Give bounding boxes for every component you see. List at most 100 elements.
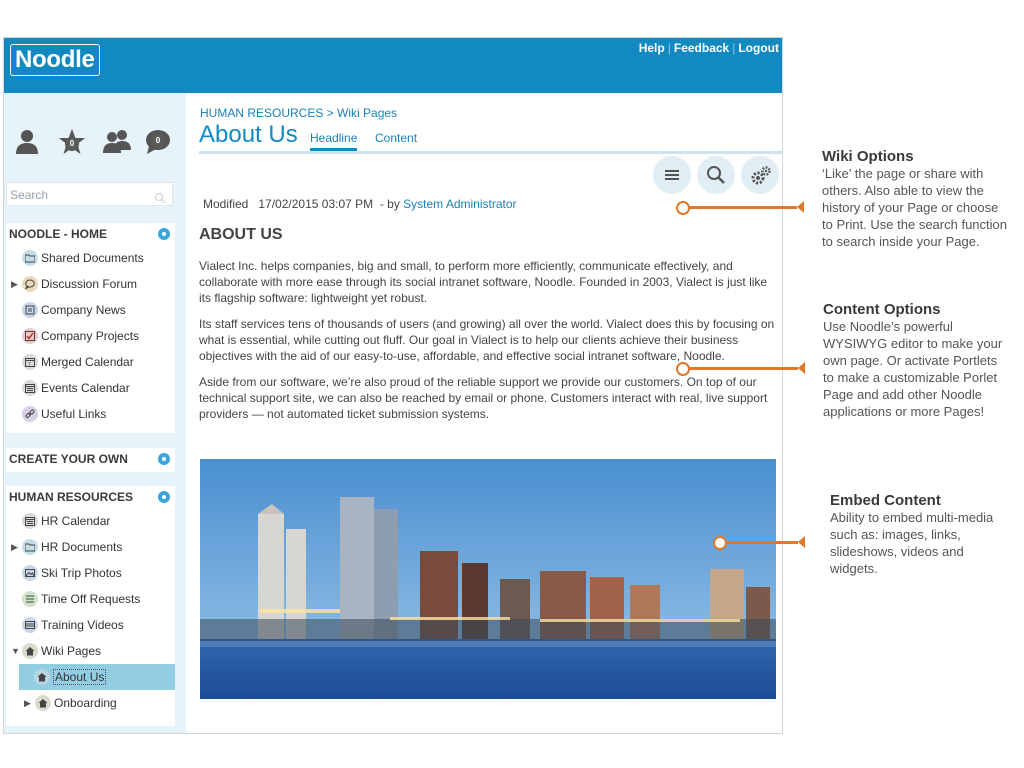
search-icon[interactable] [154,188,166,212]
top-header: Noodle Help | Feedback | Logout [4,38,782,93]
favorites-star-icon[interactable]: 0 [58,128,86,156]
sidebar-search-input[interactable]: Search [6,182,173,206]
newspaper-icon [22,302,38,318]
annotation-body: ‘Like’ the page or share with others. Al… [822,166,1007,249]
callout-arrow [798,362,805,374]
modified-info: Modified 17/02/2015 03:07 PM - by System… [203,197,517,211]
modified-label: Modified [203,197,249,211]
sidebar: 0 0 Search NOODLE - HOME Shared Document… [4,93,186,733]
by-label: - by [379,197,400,211]
user-profile-icon[interactable] [14,128,42,156]
sidebar-item-label: Events Calendar [41,381,130,395]
sidebar-item-label: Useful Links [41,407,107,421]
author-link[interactable]: System Administrator [403,197,516,211]
annotation-title: Embed Content [830,492,941,509]
contacts-icon[interactable] [102,128,131,156]
sidebar-item-hr-calendar[interactable]: HR Calendar [6,508,175,534]
sidebar-item-about-us[interactable]: About Us [19,664,175,690]
main-content: HUMAN RESOURCES > Wiki Pages About Us He… [186,93,782,733]
link-icon [22,406,38,422]
section-create-your-own: CREATE YOUR OWN [6,448,175,472]
header-links: Help | Feedback | Logout [636,41,782,55]
tab-content[interactable]: Content [375,131,417,145]
section-title[interactable]: NOODLE - HOME [6,223,175,245]
menu-button[interactable] [653,156,691,194]
section-options-icon[interactable] [158,453,170,465]
search-icon [707,166,725,184]
paragraph: Aside from our software, we’re also prou… [199,375,768,421]
help-link[interactable]: Help [636,41,668,55]
messages-icon[interactable]: 0 [144,128,172,156]
app-logo[interactable]: Noodle [10,44,100,76]
photo-icon [22,565,38,581]
calendar-icon [22,513,38,529]
sidebar-item-events-calendar[interactable]: Events Calendar [6,375,175,401]
feedback-link[interactable]: Feedback [671,41,732,55]
callout-arrow [798,536,805,548]
sidebar-item-shared-documents[interactable]: Shared Documents [6,245,175,271]
logout-link[interactable]: Logout [735,41,782,55]
paragraph: Its staff services tens of thousands of … [199,317,775,363]
sidebar-item-merged-calendar[interactable]: 7 Merged Calendar [6,349,175,375]
sidebar-icon-row: 0 0 [12,128,177,158]
section-title[interactable]: CREATE YOUR OWN [6,448,175,470]
annotation-title: Content Options [823,301,941,318]
sidebar-item-ski-trip-photos[interactable]: Ski Trip Photos [6,560,175,586]
tab-headline[interactable]: Headline [310,131,358,151]
sidebar-item-company-projects[interactable]: Company Projects [6,323,175,349]
search-placeholder: Search [10,188,49,202]
annotation-embed-content: Embed Content Ability to embed multi-med… [830,492,1000,577]
sidebar-item-label: Time Off Requests [41,592,141,606]
gears-icon [751,166,771,185]
home-icon [34,669,50,685]
sidebar-item-hr-documents[interactable]: ▶ HR Documents [6,534,175,560]
sidebar-item-label: Wiki Pages [41,644,102,658]
page-search-button[interactable] [697,156,735,194]
callout-dot [676,201,690,215]
sidebar-item-label: Shared Documents [41,251,144,265]
folder-icon [22,539,38,555]
sidebar-item-useful-links[interactable]: Useful Links [6,401,175,427]
annotation-title: Wiki Options [822,148,914,165]
sidebar-item-wiki-pages[interactable]: ▼ Wiki Pages [6,638,175,664]
favorites-badge: 0 [65,137,79,151]
collapse-arrow-icon[interactable]: ▼ [11,638,20,664]
sidebar-item-label: Onboarding [54,696,117,710]
annotation-body: Ability to embed multi-media such as: im… [830,510,994,576]
sidebar-item-training-videos[interactable]: Training Videos [6,612,175,638]
sidebar-item-label: Training Videos [41,618,124,632]
expand-arrow-icon[interactable]: ▶ [24,690,31,716]
hamburger-menu-icon [665,170,679,180]
page-title: About Us [199,121,298,148]
section-human-resources: HUMAN RESOURCES HR Calendar ▶ HR Documen… [6,486,175,726]
home-icon [35,695,51,711]
expand-arrow-icon[interactable]: ▶ [11,534,18,560]
expand-arrow-icon[interactable]: ▶ [11,271,18,297]
sidebar-item-label: About Us [53,669,107,685]
sidebar-item-label: HR Documents [41,540,123,554]
folder-icon [22,250,38,266]
calendar-icon: 7 [22,354,38,370]
sidebar-item-discussion-forum[interactable]: ▶ Discussion Forum [6,271,175,297]
section-title[interactable]: HUMAN RESOURCES [6,486,175,508]
app-window: Noodle Help | Feedback | Logout 0 0 Search [3,37,783,734]
annotation-wiki-options: Wiki Options ‘Like’ the page or share wi… [822,148,1007,250]
checkbox-icon [22,328,38,344]
calendar-icon [22,380,38,396]
section-noodle-home: NOODLE - HOME Shared Documents ▶ Discuss… [6,223,175,433]
section-options-icon[interactable] [158,228,170,240]
callout-dot [676,362,690,376]
section-options-icon[interactable] [158,491,170,503]
sidebar-item-label: HR Calendar [41,514,111,528]
svg-text:7: 7 [28,362,31,367]
sidebar-item-time-off-requests[interactable]: Time Off Requests [6,586,175,612]
home-icon [22,643,38,659]
speech-bubble-icon [22,276,38,292]
sidebar-item-label: Company News [41,303,126,317]
sidebar-item-company-news[interactable]: Company News [6,297,175,323]
sidebar-item-onboarding[interactable]: ▶ Onboarding [6,690,175,716]
sidebar-item-label: Ski Trip Photos [41,566,122,580]
modified-date: 17/02/2015 03:07 PM [258,197,374,211]
breadcrumb[interactable]: HUMAN RESOURCES > Wiki Pages [200,106,397,120]
settings-button[interactable] [741,156,779,194]
